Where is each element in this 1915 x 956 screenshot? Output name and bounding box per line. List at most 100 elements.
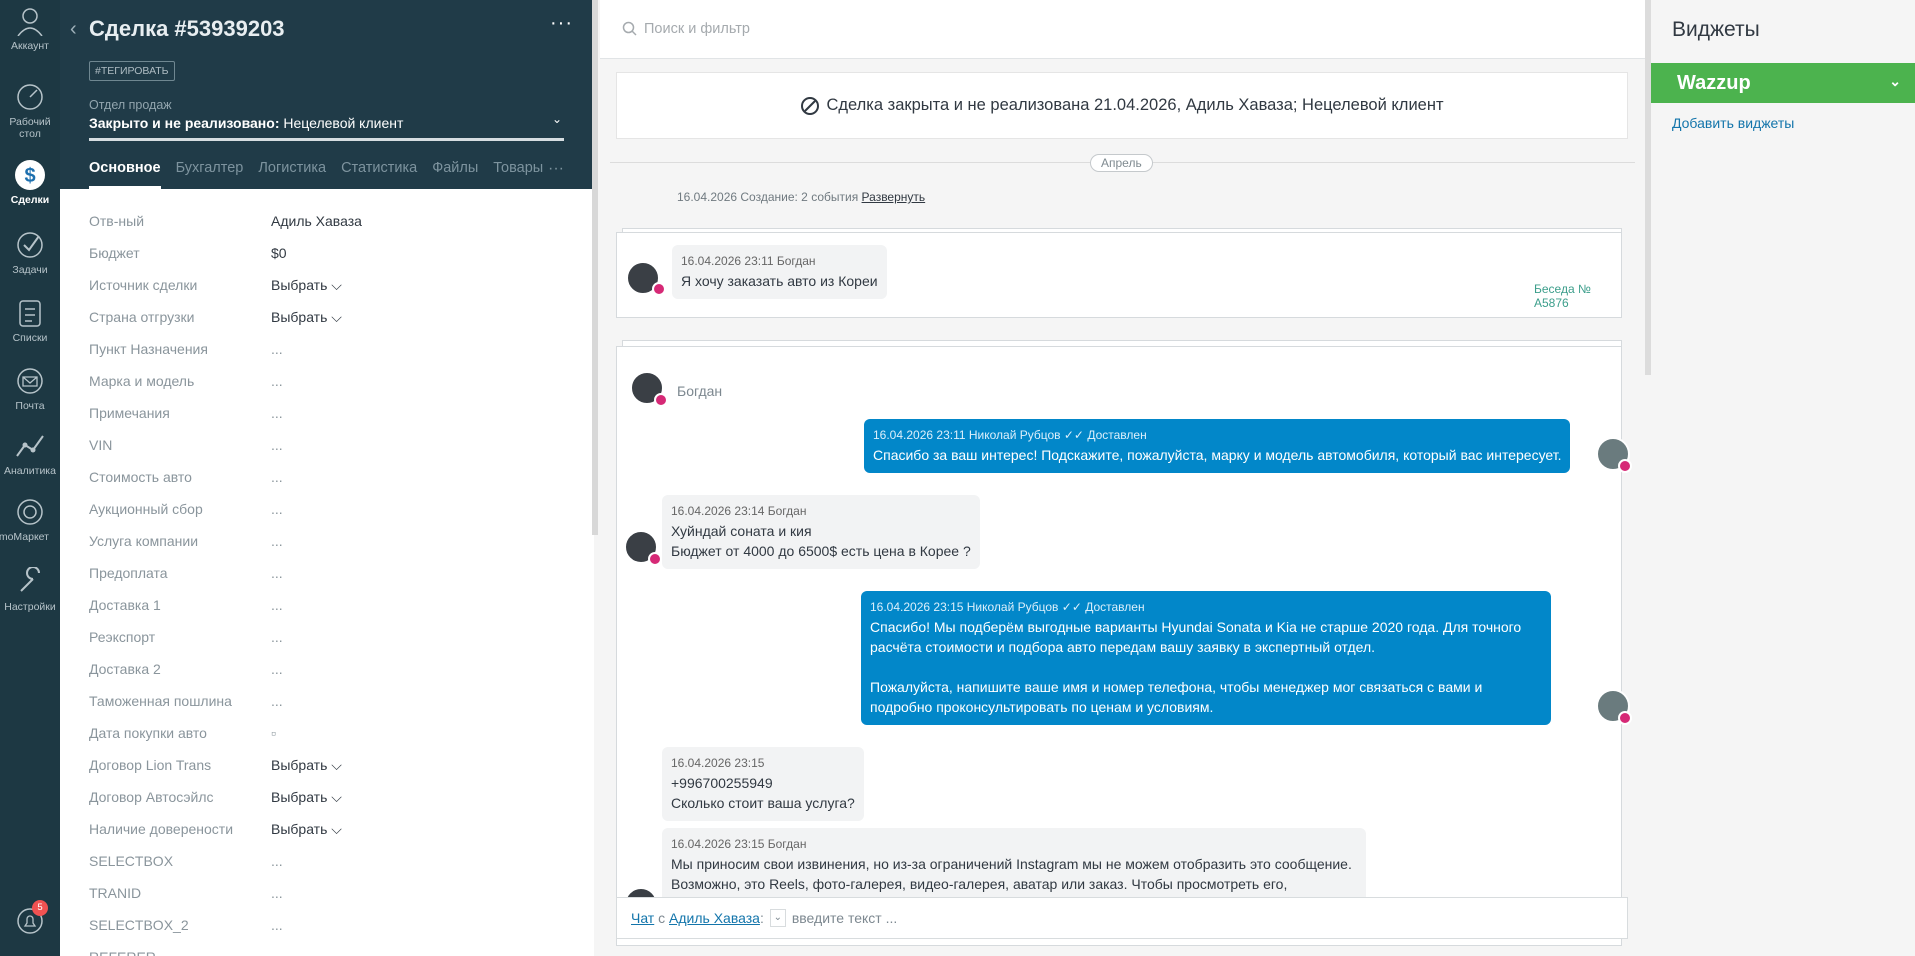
tab-files[interactable]: Файлы xyxy=(432,160,478,189)
deal-tabs: Основное Бухгалтер Логистика Статистика … xyxy=(89,160,558,189)
expand-link[interactable]: Развернуть xyxy=(862,190,926,204)
tab-accounting[interactable]: Бухгалтер xyxy=(176,160,244,189)
user-icon xyxy=(13,4,47,38)
wazzup-widget[interactable]: Wazzup ⌄ xyxy=(1651,63,1915,103)
nav-tasks[interactable]: Задачи xyxy=(0,228,60,276)
field-label: Источник сделки xyxy=(89,277,198,293)
card-scrollbar[interactable] xyxy=(592,0,598,535)
field-value[interactable]: ... xyxy=(271,693,283,709)
message-meta: 16.04.2026 23:15 Богдан xyxy=(671,837,807,851)
search-bar[interactable]: Поиск и фильтр xyxy=(600,0,1645,59)
status-prefix: Закрыто и не реализовано: xyxy=(89,115,280,131)
svg-text:$: $ xyxy=(24,165,35,187)
message-meta: 16.04.2026 23:14 Богдан xyxy=(671,504,807,518)
chevron-down-icon[interactable]: ⌄ xyxy=(552,112,562,126)
field-value[interactable]: ... xyxy=(271,341,283,357)
field-value[interactable]: ... xyxy=(271,661,283,677)
field-value[interactable]: ... xyxy=(271,437,283,453)
field-label: Договор Автосэйлс xyxy=(89,789,214,805)
field-value[interactable]: ... xyxy=(271,917,283,933)
field-value[interactable]: Выбрать ⌵ xyxy=(271,821,342,838)
nav-notifications[interactable]: 5 xyxy=(0,900,60,940)
field-row: Договор Автосэйлс Выбрать ⌵ xyxy=(89,781,569,813)
field-row: Предоплата... xyxy=(89,557,569,589)
tag-button[interactable]: #ТЕГИРОВАТЬ xyxy=(89,61,175,81)
month-label: Апрель xyxy=(1090,154,1153,172)
pipeline-progress-bar xyxy=(89,138,564,141)
tab-logistics[interactable]: Логистика xyxy=(258,160,326,189)
message-text: Сколько стоит ваша услуга? xyxy=(671,795,855,811)
field-value[interactable]: ... xyxy=(271,629,283,645)
field-value[interactable]: Выбрать ⌵ xyxy=(271,789,342,806)
more-menu-icon[interactable]: ··· xyxy=(550,12,573,35)
field-label: Примечания xyxy=(89,405,170,421)
conversation-card: 16.04.2026 23:11 Богдан Я хочу заказать … xyxy=(616,232,1622,318)
field-value[interactable]: Выбрать ⌵ xyxy=(271,309,342,326)
tab-statistics[interactable]: Статистика xyxy=(341,160,417,189)
chat-contact-link[interactable]: Адиль Хаваза xyxy=(669,910,760,926)
field-label: Бюджет xyxy=(89,245,140,261)
field-label: REFERER xyxy=(89,949,271,956)
nav-account[interactable]: Аккаунт xyxy=(0,4,60,52)
nav-label: Рабочий стол xyxy=(9,116,51,140)
field-value[interactable]: ... xyxy=(271,565,283,581)
dashboard-icon xyxy=(13,80,47,114)
chevron-down-icon[interactable]: ⌄ xyxy=(769,909,786,927)
pipeline-status[interactable]: Закрыто и не реализовано: Нецелевой клие… xyxy=(89,115,403,131)
closed-banner: Сделка закрыта и не реализована 21.04.20… xyxy=(616,72,1628,139)
back-icon[interactable]: ‹ xyxy=(70,18,77,41)
chat-box: Богдан 16.04.2026 23:11 Николай Рубцов ✓… xyxy=(616,346,1632,946)
tab-products[interactable]: Товары xyxy=(493,160,543,189)
nav-deals[interactable]: $ Сделки xyxy=(0,158,60,206)
chat-link[interactable]: Чат xyxy=(631,910,654,926)
message-input[interactable]: введите текст ... xyxy=(792,910,897,926)
nav-dashboard[interactable]: Рабочий стол xyxy=(0,80,60,140)
closed-banner-text: Сделка закрыта и не реализована 21.04.20… xyxy=(826,96,1444,114)
left-nav: Аккаунт Рабочий стол $ Сделки Задачи Спи… xyxy=(0,0,60,956)
field-row: Реэкспорт... xyxy=(89,621,569,653)
nav-lists[interactable]: Списки xyxy=(0,296,60,344)
field-label: VIN xyxy=(89,437,113,453)
nav-analytics[interactable]: Аналитика xyxy=(0,429,60,477)
message-meta: 16.04.2026 23:11 Богдан xyxy=(681,254,816,268)
field-row: Доставка 1... xyxy=(89,589,569,621)
chat-input-bar: Чат с Адиль Хаваза: ⌄ введите текст ... xyxy=(616,897,1628,939)
events-summary: 16.04.2026 Создание: 2 события Развернут… xyxy=(677,190,925,204)
chevron-down-icon[interactable]: ⌄ xyxy=(1889,73,1901,90)
field-label: Наличие доверености xyxy=(89,821,234,837)
field-value[interactable]: Выбрать ⌵ xyxy=(271,757,342,774)
field-value[interactable]: $0 xyxy=(271,245,287,261)
field-value[interactable]: ... xyxy=(271,597,283,613)
nav-market[interactable]: amoМаркет xyxy=(0,495,60,543)
field-value[interactable]: ... xyxy=(271,533,283,549)
field-label: Договор Lion Trans xyxy=(89,757,212,773)
field-value[interactable]: Адиль Хаваза xyxy=(271,213,362,229)
tab-main[interactable]: Основное xyxy=(89,160,161,189)
tabs-more-icon[interactable]: ··· xyxy=(548,160,564,178)
message-text: Пожалуйста, напишите ваше имя и номер те… xyxy=(870,679,1483,715)
ban-icon xyxy=(801,96,820,115)
feed-panel: Поиск и фильтр Сделка закрыта и не реали… xyxy=(600,0,1645,956)
message-text: Мы приносим свои извинения, но из-за огр… xyxy=(671,856,1352,892)
field-value[interactable]: ... xyxy=(271,501,283,517)
field-value[interactable]: ... xyxy=(271,469,283,485)
field-value[interactable]: ... xyxy=(271,373,283,389)
field-value[interactable]: Выбрать ⌵ xyxy=(271,277,342,294)
field-value[interactable]: ▫ xyxy=(271,725,276,741)
field-row: REFERER xyxy=(89,941,569,956)
nav-settings[interactable]: Настройки xyxy=(0,565,60,613)
nav-label: Списки xyxy=(12,332,48,344)
mail-icon xyxy=(13,364,47,398)
conversation-number[interactable]: Беседа № A5876 xyxy=(1534,282,1621,310)
message-text: +996700255949 xyxy=(671,775,773,791)
field-value[interactable]: ... xyxy=(271,885,283,901)
message-text: Бюджет от 4000 до 6500$ есть цена в Коре… xyxy=(671,543,971,559)
add-widgets-link[interactable]: Добавить виджеты xyxy=(1672,115,1794,131)
chart-icon xyxy=(13,429,47,463)
field-value[interactable]: ... xyxy=(271,853,283,869)
field-value[interactable]: ... xyxy=(271,405,283,421)
nav-mail[interactable]: Почта xyxy=(0,364,60,412)
search-input[interactable]: Поиск и фильтр xyxy=(644,21,750,37)
field-row: Примечания... xyxy=(89,397,569,429)
field-row: Услуга компании... xyxy=(89,525,569,557)
